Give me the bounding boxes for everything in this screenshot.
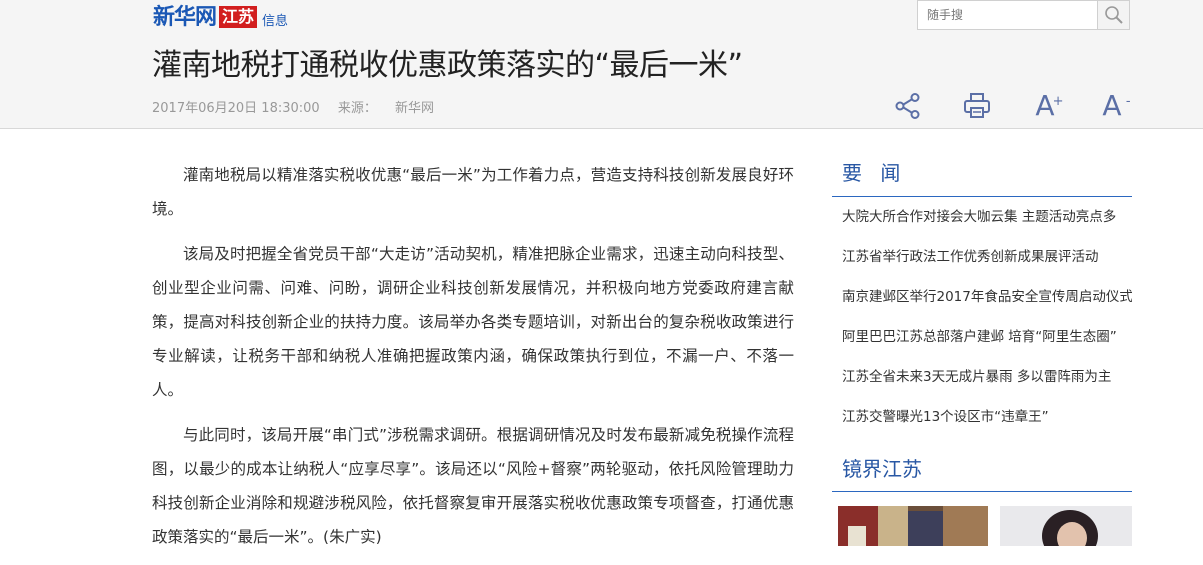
top-news-heading: 要 闻 xyxy=(832,150,1132,197)
news-link[interactable]: 南京建邺区举行2017年食品安全宣传周启动仪式 xyxy=(832,277,1132,317)
site-logo[interactable]: 新华网 江苏 信息 xyxy=(153,1,288,31)
news-link[interactable]: 阿里巴巴江苏总部落户建邺 培育“阿里生态圈” xyxy=(832,317,1132,357)
article-paragraph: 灌南地税局以精准落实税收优惠“最后一米”为工作着力点，营造支持科技创新发展良好环… xyxy=(152,166,794,218)
page-header: 新华网 江苏 信息 灌南地税打通税收优惠政策落实的“最后一米” 2017年06月… xyxy=(0,0,1203,129)
print-button[interactable] xyxy=(959,88,995,124)
font-increase-button[interactable]: A + xyxy=(1028,88,1064,124)
share-icon xyxy=(895,93,920,119)
search-box xyxy=(917,0,1130,30)
share-button[interactable] xyxy=(890,88,926,124)
news-link[interactable]: 江苏省举行政法工作优秀创新成果展评活动 xyxy=(832,237,1132,277)
photo-thumbnail-image xyxy=(838,506,988,546)
logo-main-text: 新华网 xyxy=(153,4,217,30)
news-link[interactable]: 江苏全省未来3天无成片暴雨 多以雷阵雨为主 xyxy=(832,357,1132,397)
search-button[interactable] xyxy=(1097,1,1129,29)
publish-date: 2017年06月20日 18:30:00 xyxy=(152,101,320,116)
news-link[interactable]: 江苏交警曝光13个设区市“违章王” xyxy=(832,397,1132,437)
source-label: 来源： xyxy=(337,101,377,116)
top-news-list: 大院大所合作对接会大咖云集 主题活动亮点多 江苏省举行政法工作优秀创新成果展评活… xyxy=(832,197,1132,437)
article-meta: 2017年06月20日 18:30:00 来源： 新华网 xyxy=(152,97,448,116)
print-icon xyxy=(964,93,990,118)
logo-region-badge: 江苏 xyxy=(219,6,258,28)
font-increase-icon: A + xyxy=(1035,89,1064,122)
logo-channel-text: 信息 xyxy=(262,14,289,29)
sidebar: 要 闻 大院大所合作对接会大咖云集 主题活动亮点多 江苏省举行政法工作优秀创新成… xyxy=(832,150,1132,546)
photo-thumbnail[interactable] xyxy=(838,506,988,546)
search-icon xyxy=(1104,6,1123,24)
article-paragraph: 与此同时，该局开展“串门式”涉税需求调研。根据调研情况及时发布最新减免税操作流程… xyxy=(152,426,794,546)
photo-thumbnail-image xyxy=(1000,506,1132,546)
article-title: 灌南地税打通税收优惠政策落实的“最后一米” xyxy=(152,48,743,83)
source-name: 新华网 xyxy=(394,101,434,116)
search-input[interactable] xyxy=(918,1,1098,29)
article-body: 灌南地税局以精准落实税收优惠“最后一米”为工作着力点，营造支持科技创新发展良好环… xyxy=(152,158,794,565)
photo-thumbnail[interactable] xyxy=(1000,506,1132,546)
news-link[interactable]: 大院大所合作对接会大咖云集 主题活动亮点多 xyxy=(832,197,1132,237)
article-paragraph: 该局及时把握全省党员干部“大走访”活动契机，精准把脉企业需求，迅速主动向科技型、… xyxy=(152,245,794,399)
photo-section-heading: 镜界江苏 xyxy=(832,447,1132,492)
font-decrease-icon: A- xyxy=(1102,89,1131,122)
font-decrease-button[interactable]: A- xyxy=(1095,88,1131,124)
